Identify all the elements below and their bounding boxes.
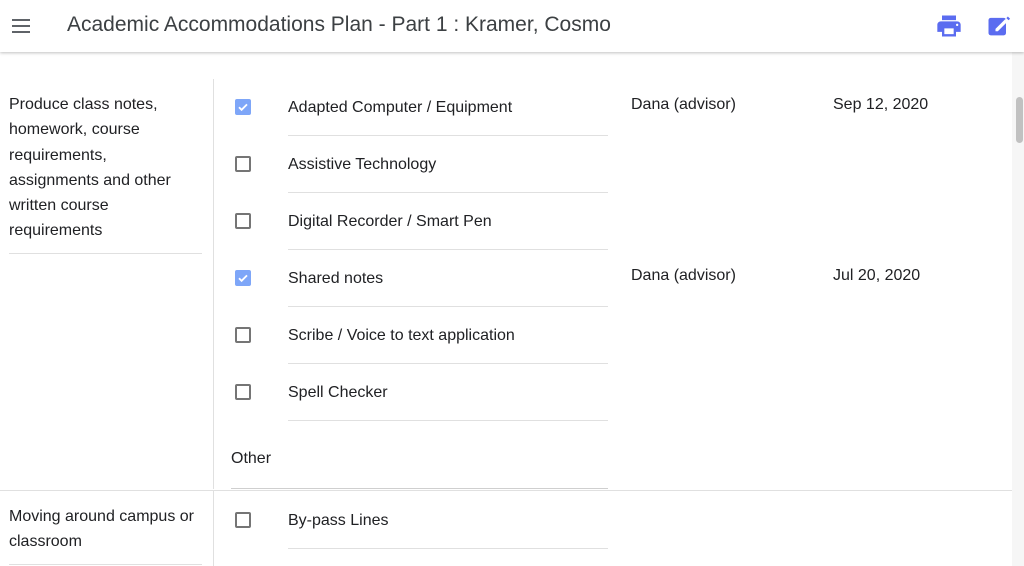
hamburger-menu-icon[interactable]: [8, 12, 36, 40]
row-divider: [288, 363, 608, 364]
row-divider: [288, 420, 608, 421]
page-title: Academic Accommodations Plan - Part 1 : …: [67, 13, 611, 36]
checkbox-adapted-computer[interactable]: [235, 99, 251, 115]
vertical-scrollbar[interactable]: [1012, 52, 1024, 566]
option-label: By-pass Lines: [288, 512, 389, 529]
accommodations-table: Produce class notes, homework, course re…: [0, 52, 1012, 566]
other-input-underline[interactable]: [231, 488, 608, 489]
column-divider: [213, 491, 214, 566]
edit-note-icon[interactable]: [985, 12, 1013, 40]
approval-date: Sep 12, 2020: [833, 96, 929, 113]
row-divider: [288, 249, 608, 250]
option-label: Shared notes: [288, 270, 384, 287]
checkbox-digital-recorder[interactable]: [235, 213, 251, 229]
approved-by: Dana (advisor): [631, 96, 736, 113]
category-label: Moving around campus or classroom: [9, 508, 194, 551]
column-divider: [213, 79, 214, 489]
checkbox-bypass-lines[interactable]: [235, 512, 251, 528]
option-label: Scribe / Voice to text application: [288, 327, 515, 344]
printer-icon[interactable]: [935, 12, 963, 40]
category-divider: [9, 253, 202, 254]
checkbox-scribe[interactable]: [235, 327, 251, 343]
option-label: Digital Recorder / Smart Pen: [288, 213, 492, 230]
option-label: Assistive Technology: [288, 156, 437, 173]
app-bar: Academic Accommodations Plan - Part 1 : …: [0, 0, 1024, 52]
option-label: Adapted Computer / Equipment: [288, 99, 513, 116]
other-label: Other: [231, 450, 272, 467]
row-divider: [288, 192, 608, 193]
scrollbar-thumb[interactable]: [1016, 97, 1023, 143]
checkbox-shared-notes[interactable]: [235, 270, 251, 286]
row-divider: [288, 306, 608, 307]
section-divider: [0, 490, 1012, 491]
checkbox-spell-checker[interactable]: [235, 384, 251, 400]
approval-date: Jul 20, 2020: [833, 267, 921, 284]
category-label: Produce class notes, homework, course re…: [9, 96, 171, 240]
approved-by: Dana (advisor): [631, 267, 736, 284]
checkbox-assistive-technology[interactable]: [235, 156, 251, 172]
option-label: Spell Checker: [288, 384, 388, 401]
row-divider: [288, 135, 608, 136]
category-divider: [9, 564, 202, 565]
row-divider: [288, 548, 608, 549]
